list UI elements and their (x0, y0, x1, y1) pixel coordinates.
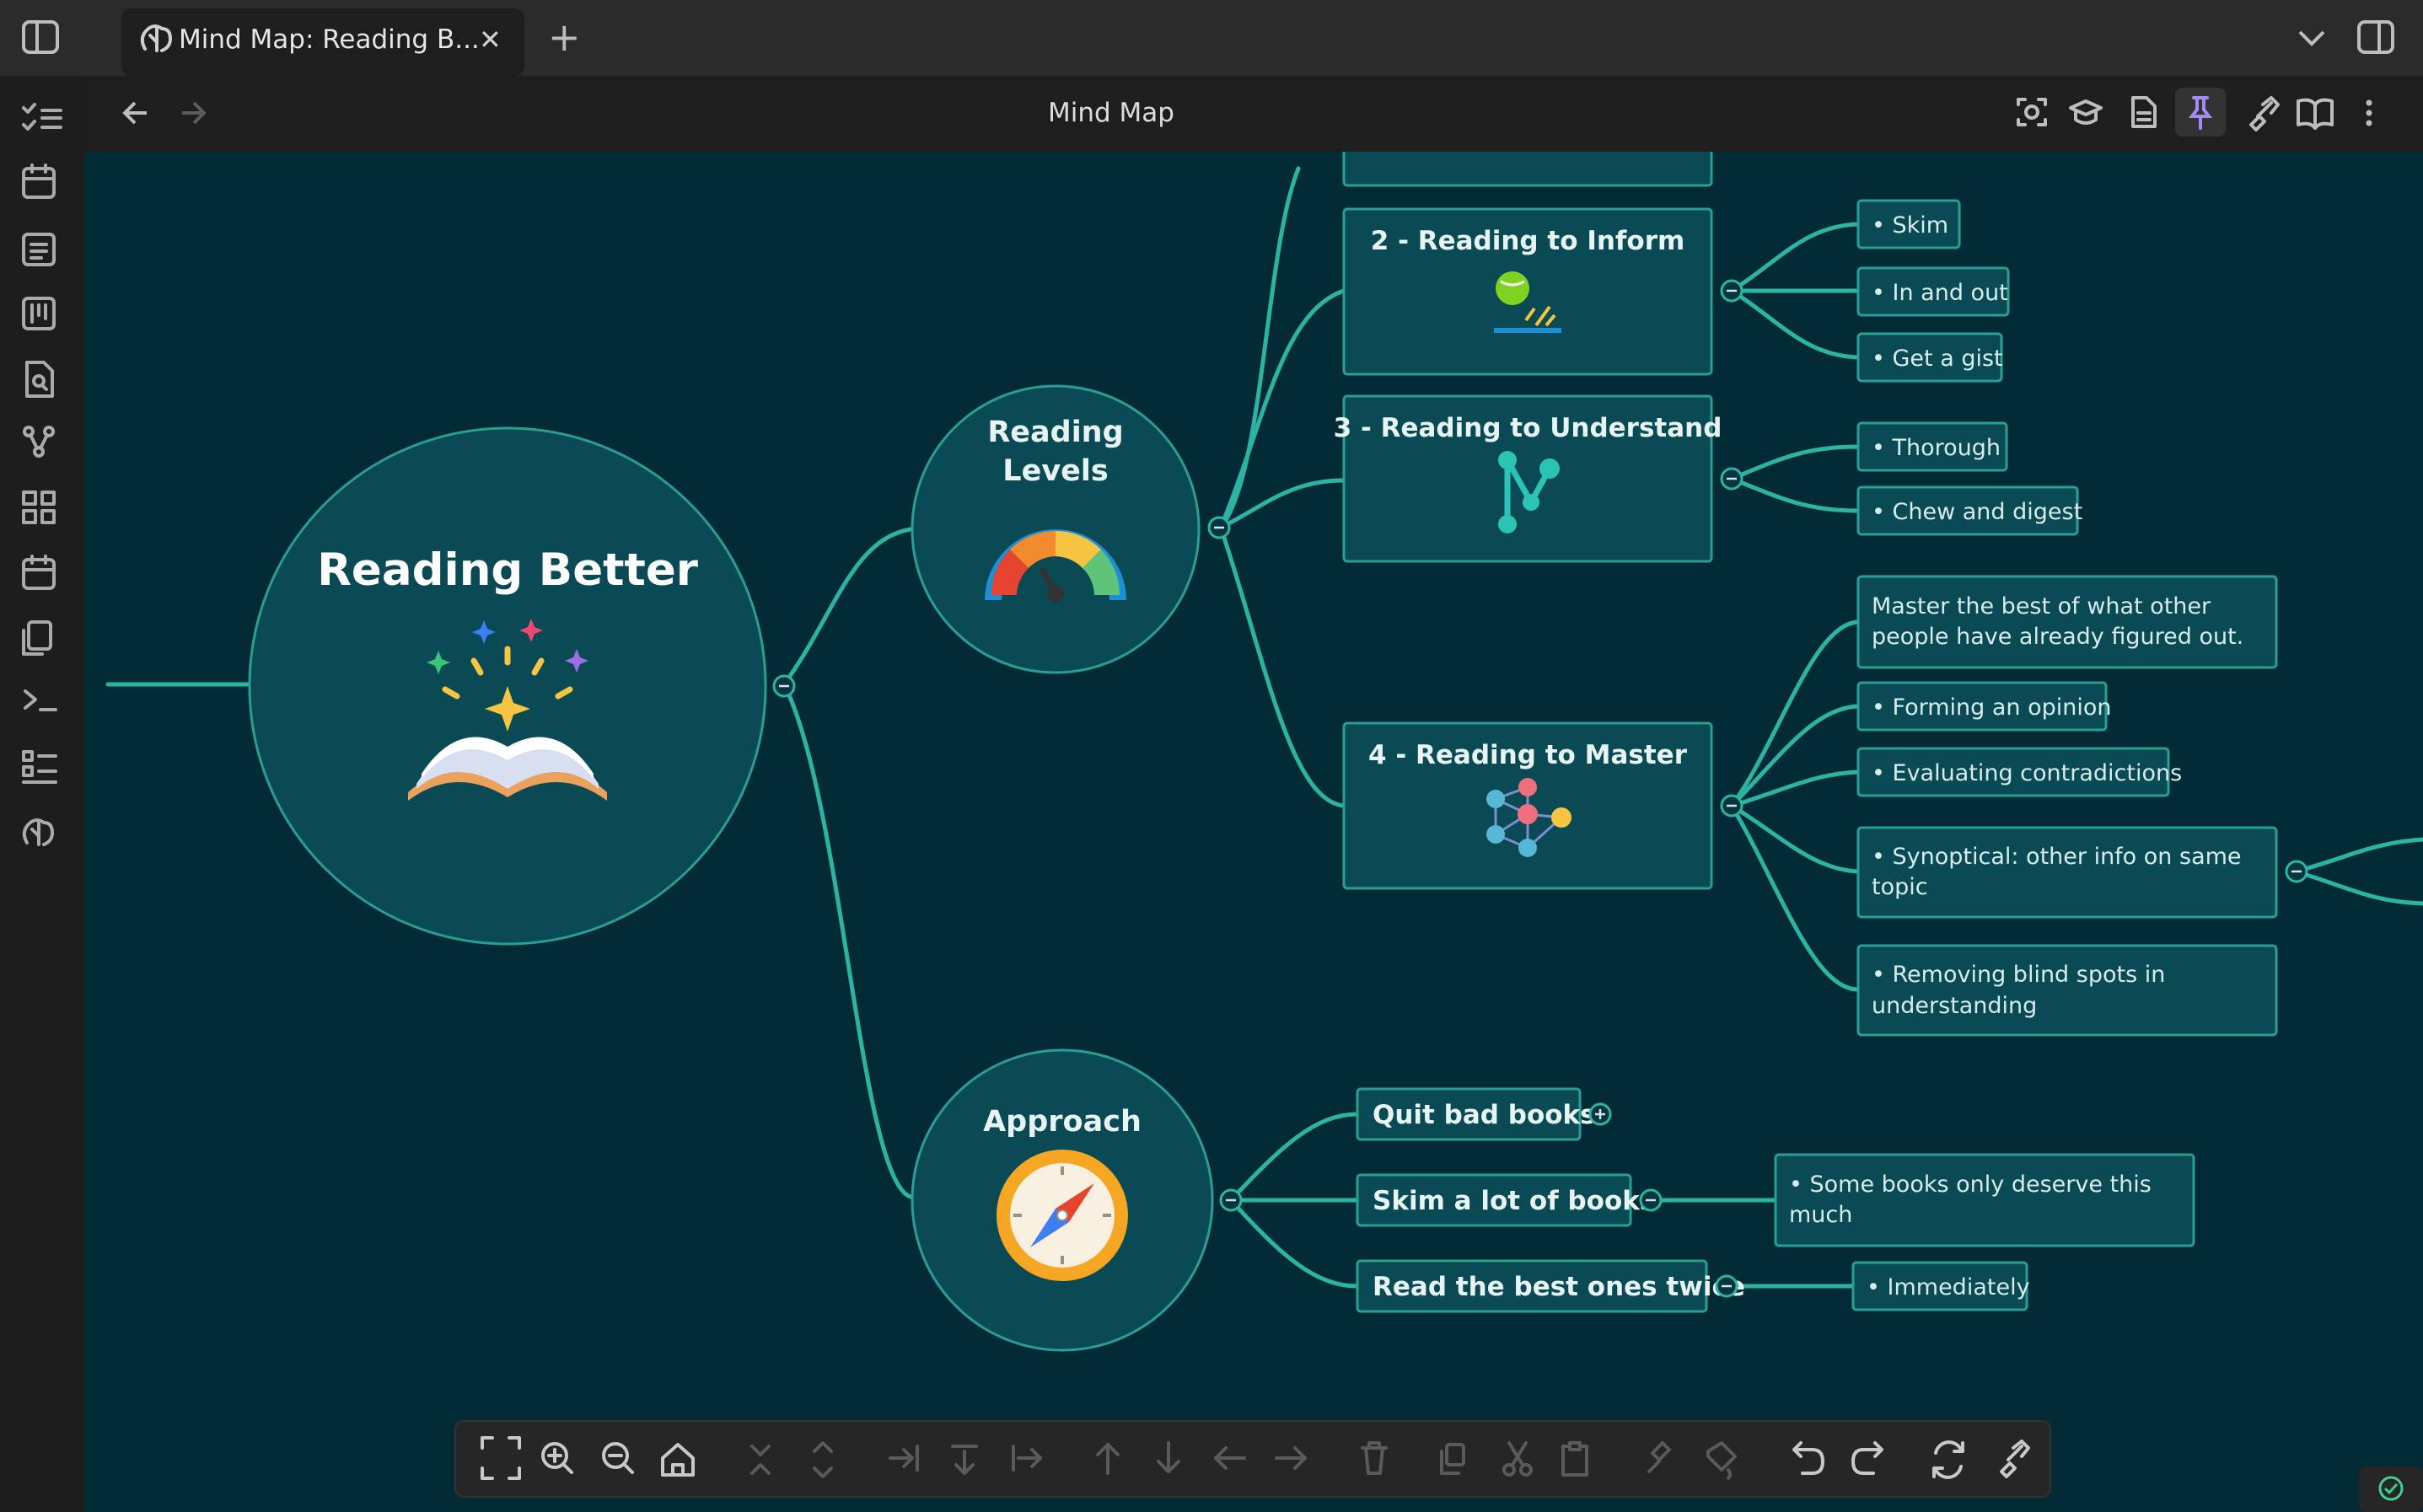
leaf-synoptical-line1: • Synoptical: other info on same (1872, 844, 2242, 870)
leaf-skim[interactable]: • Skim (1856, 199, 1961, 249)
leaf-some-books-line2: much (1789, 1202, 1852, 1228)
collapse-inform-button[interactable] (1720, 279, 1743, 303)
tab-title: Mind Map: Reading B... (179, 24, 480, 55)
collapse-levels-button[interactable] (1207, 516, 1231, 539)
expand-quit-button[interactable] (1588, 1102, 1612, 1126)
compass-icon (997, 1150, 1128, 1281)
leaf-blind-spots-line2: understanding (1872, 993, 2037, 1019)
quit-bad-books-text: Quit bad books (1373, 1100, 1596, 1130)
collapse-read-twice-button[interactable] (1715, 1274, 1738, 1298)
reading-levels-node[interactable]: Reading Levels (911, 384, 1201, 674)
sync-status-icon[interactable] (2359, 1466, 2423, 1512)
reading-to-understand-node[interactable]: 3 - Reading to Understand (1334, 394, 1722, 563)
reading-levels-title-line1: Reading (987, 416, 1123, 449)
leaf-immediately[interactable]: • Immediately (1851, 1261, 2030, 1311)
leaf-get-a-gist-text: • Get a gist (1872, 346, 2003, 372)
collapse-approach-button[interactable] (1219, 1188, 1243, 1212)
inform-title: 2 - Reading to Inform (1371, 226, 1685, 256)
view-header (83, 76, 2423, 152)
leaf-thorough[interactable]: • Thorough (1856, 421, 2008, 472)
leaf-forming-opinion-text: • Forming an opinion (1872, 694, 2112, 721)
leaf-master-best-line2: people have already figured out. (1872, 624, 2243, 650)
bottom-toolbar (454, 1420, 2051, 1498)
leaf-evaluating-contradictions[interactable]: • Evaluating contradictions (1856, 747, 2182, 797)
root-node[interactable]: Reading Better (248, 426, 767, 946)
leaf-thorough-text: • Thorough (1872, 435, 2001, 461)
collapse-understand-button[interactable] (1720, 467, 1743, 491)
app-window: Mind Map: Reading B... ✕ + Mind Map Read… (0, 0, 2423, 1512)
leaf-some-books-line1: • Some books only deserve this (1789, 1172, 2152, 1198)
leaf-in-and-out[interactable]: • In and out (1856, 266, 2010, 317)
leaf-forming-opinion[interactable]: • Forming an opinion (1856, 681, 2112, 732)
reading-to-inform-node[interactable]: 2 - Reading to Inform (1342, 207, 1713, 376)
skim-books-text: Skim a lot of books (1373, 1186, 1655, 1216)
more-options-icon[interactable] (2366, 99, 2372, 126)
collapse-root-button[interactable] (772, 674, 796, 698)
root-title: Reading Better (317, 544, 698, 596)
read-twice-node[interactable]: Read the best ones twice (1356, 1259, 1745, 1313)
leaf-immediately-text: • Immediately (1867, 1274, 2030, 1300)
skim-books-node[interactable]: Skim a lot of books (1356, 1173, 1655, 1227)
approach-title: Approach (983, 1105, 1142, 1139)
leaf-blind-spots[interactable]: • Removing blind spots in understanding (1856, 944, 2278, 1037)
close-tab-icon[interactable]: ✕ (479, 24, 502, 56)
new-tab-icon[interactable]: + (548, 14, 581, 60)
leaf-synoptical[interactable]: • Synoptical: other info on same topic (1856, 826, 2278, 919)
read-twice-text: Read the best ones twice (1373, 1272, 1745, 1302)
leaf-blind-spots-line1: • Removing blind spots in (1872, 962, 2165, 988)
leaf-get-a-gist[interactable]: • Get a gist (1856, 332, 2003, 383)
leaf-evaluating-contradictions-text: • Evaluating contradictions (1872, 760, 2182, 786)
tab-mind-map[interactable]: Mind Map: Reading B... ✕ (121, 8, 524, 76)
left-ribbon (0, 76, 83, 1512)
leaf-master-best[interactable]: Master the best of what other people hav… (1856, 575, 2278, 669)
master-title: 4 - Reading to Master (1368, 740, 1688, 770)
collapse-master-button[interactable] (1720, 794, 1743, 818)
leaf-master-best-line1: Master the best of what other (1872, 593, 2211, 619)
collapse-synoptical-button[interactable] (2285, 860, 2308, 883)
leaf-chew-and-digest[interactable]: • Chew and digest (1856, 485, 2082, 536)
collapse-skim-button[interactable] (1639, 1188, 1663, 1212)
reading-levels-title-line2: Levels (1002, 454, 1108, 488)
approach-node[interactable]: Approach (911, 1048, 1214, 1352)
leaf-synoptical-line2: topic (1872, 874, 1928, 900)
leaf-some-books[interactable]: • Some books only deserve this much (1774, 1153, 2195, 1247)
understand-title: 3 - Reading to Understand (1334, 413, 1722, 443)
leaf-in-and-out-text: • In and out (1872, 280, 2008, 306)
quit-bad-books-node[interactable]: Quit bad books (1356, 1087, 1596, 1141)
page-title: Mind Map (1048, 98, 1174, 128)
leaf-skim-text: • Skim (1872, 212, 1948, 239)
pin-button[interactable] (2175, 88, 2226, 137)
reading-to-master-node[interactable]: 4 - Reading to Master (1342, 721, 1713, 890)
leaf-chew-and-digest-text: • Chew and digest (1872, 499, 2082, 525)
